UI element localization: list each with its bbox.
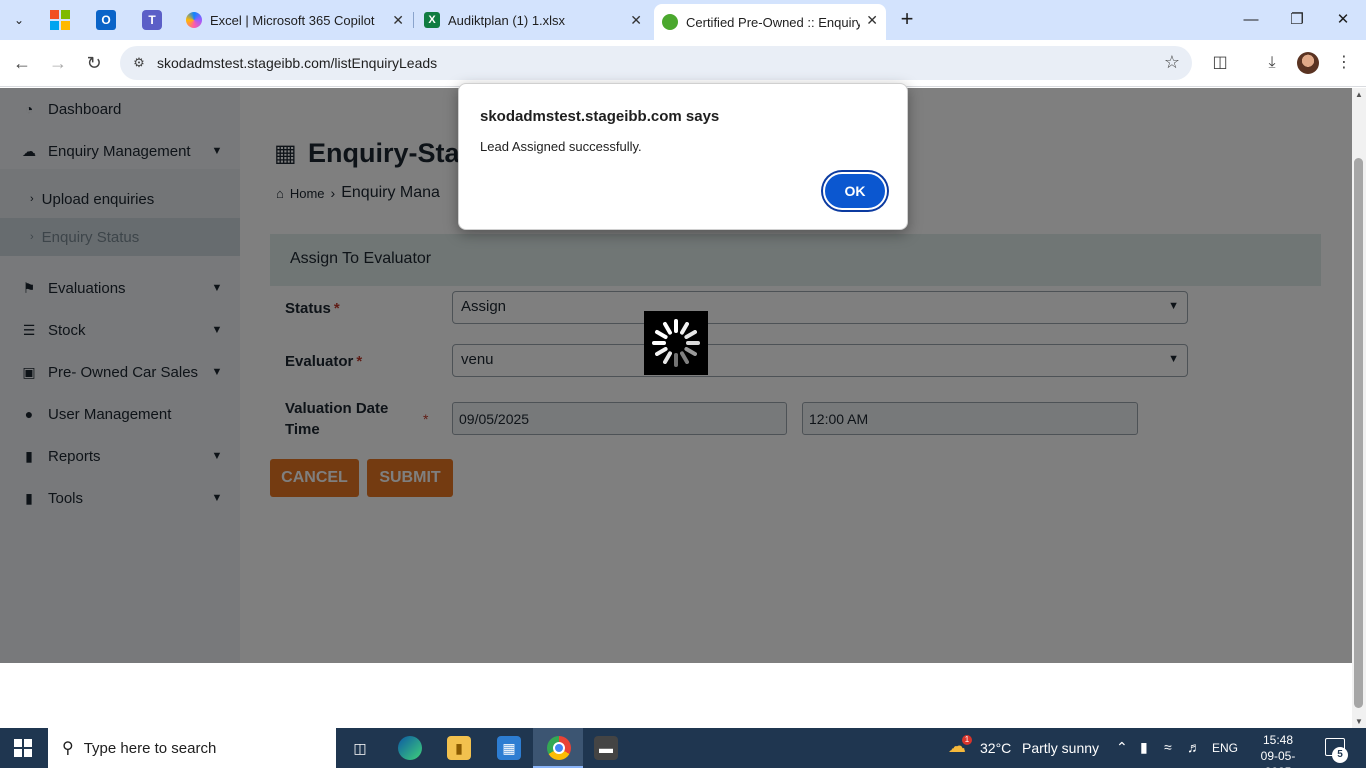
teams-pinned-tab-icon[interactable]: T — [142, 10, 162, 30]
microsoft-pinned-tab-icon[interactable] — [50, 10, 70, 30]
tab-title: Certified Pre-Owned :: Enquiry S — [686, 14, 860, 30]
bookmark-star-icon[interactable]: ☆ — [1164, 52, 1180, 73]
tab-search-chevron-icon[interactable]: ⌄ — [6, 8, 32, 32]
browser-tab-bar: ⌄ O T Excel | Microsoft 365 Copilot ✕ X … — [0, 0, 1366, 40]
windows-taskbar: ⚲ Type here to search ◫ ▮ ▦ ▬ ☁ 1 32°C P… — [0, 728, 1366, 768]
windows-start-icon[interactable] — [14, 739, 32, 757]
clock-date: 09-05-2025 — [1260, 749, 1296, 768]
close-window-icon[interactable]: ✕ — [1328, 8, 1358, 32]
notification-count-badge: 5 — [1332, 747, 1348, 763]
scrollbar-thumb[interactable] — [1354, 158, 1363, 708]
tab-certified-pre-owned[interactable]: Certified Pre-Owned :: Enquiry S ✕ — [654, 4, 886, 40]
taskbar-search-box[interactable]: ⚲ Type here to search — [48, 728, 336, 768]
language-indicator[interactable]: ENG — [1212, 741, 1238, 755]
tab-audiktplan[interactable]: X Audiktplan (1) 1.xlsx ✕ — [416, 0, 650, 40]
weather-text[interactable]: Partly sunny — [1022, 740, 1099, 756]
address-bar[interactable]: ⚙ skodadmstest.stageibb.com/listEnquiryL… — [120, 46, 1192, 80]
chrome-icon[interactable] — [547, 736, 571, 760]
url-text[interactable]: skodadmstest.stageibb.com/listEnquiryLea… — [157, 55, 437, 71]
tab-excel-copilot[interactable]: Excel | Microsoft 365 Copilot ✕ — [178, 0, 412, 40]
file-explorer-icon[interactable]: ▮ — [447, 736, 471, 760]
excel-icon: X — [424, 12, 440, 28]
microsoft-store-icon[interactable]: ▦ — [497, 736, 521, 760]
weather-temp[interactable]: 32°C — [980, 740, 1011, 756]
tab-title: Audiktplan (1) 1.xlsx — [448, 12, 566, 28]
search-icon: ⚲ — [62, 740, 74, 757]
copilot-icon — [186, 12, 202, 28]
outlook-pinned-tab-icon[interactable]: O — [96, 10, 116, 30]
wifi-icon[interactable]: ≈ — [1164, 739, 1172, 755]
browser-menu-icon[interactable]: ⋮ — [1332, 51, 1356, 75]
forward-icon[interactable]: → — [45, 50, 71, 76]
close-tab-icon[interactable]: ✕ — [630, 12, 642, 29]
app-icon[interactable]: ▬ — [594, 736, 618, 760]
browser-toolbar: ← → ↻ ⚙ skodadmstest.stageibb.com/listEn… — [0, 40, 1366, 87]
dialog-title: skodadmstest.stageibb.com says — [480, 108, 720, 125]
alert-dialog: skodadmstest.stageibb.com says Lead Assi… — [458, 83, 908, 230]
edge-icon[interactable] — [398, 736, 422, 760]
scroll-down-icon[interactable]: ▼ — [1355, 717, 1363, 726]
chevron-up-icon[interactable]: ⌃ — [1116, 739, 1128, 756]
back-icon[interactable]: ← — [9, 50, 35, 76]
taskbar-search-placeholder: Type here to search — [83, 739, 217, 757]
download-icon[interactable]: ⤓ — [1260, 51, 1284, 75]
scroll-up-icon[interactable]: ▲ — [1355, 90, 1363, 99]
reload-icon[interactable]: ↻ — [81, 50, 107, 76]
ok-button[interactable]: OK — [823, 172, 887, 210]
battery-icon[interactable]: ▮ — [1140, 739, 1148, 756]
close-tab-icon[interactable]: ✕ — [866, 12, 878, 29]
skoda-icon — [662, 14, 678, 30]
tab-separator — [413, 12, 414, 28]
profile-avatar[interactable] — [1297, 52, 1319, 74]
minimize-icon[interactable]: — — [1236, 8, 1266, 32]
loading-spinner-icon — [644, 311, 708, 375]
tab-title: Excel | Microsoft 365 Copilot — [210, 12, 375, 28]
extensions-icon[interactable]: ◫ — [1208, 51, 1232, 75]
dialog-message: Lead Assigned successfully. — [480, 139, 642, 154]
restore-icon[interactable]: ❐ — [1282, 8, 1312, 32]
clock-time: 15:48 — [1262, 733, 1294, 747]
taskbar-clock[interactable]: 15:48 09-05-2025 — [1248, 732, 1308, 768]
volume-icon[interactable]: ♬ — [1187, 739, 1201, 755]
site-info-icon[interactable]: ⚙ — [130, 54, 148, 72]
weather-badge: 1 — [962, 735, 972, 745]
close-tab-icon[interactable]: ✕ — [392, 12, 404, 29]
task-view-icon[interactable]: ◫ — [348, 736, 372, 760]
new-tab-button[interactable]: + — [896, 8, 918, 32]
page-scrollbar[interactable]: ▲ ▼ — [1352, 88, 1366, 728]
